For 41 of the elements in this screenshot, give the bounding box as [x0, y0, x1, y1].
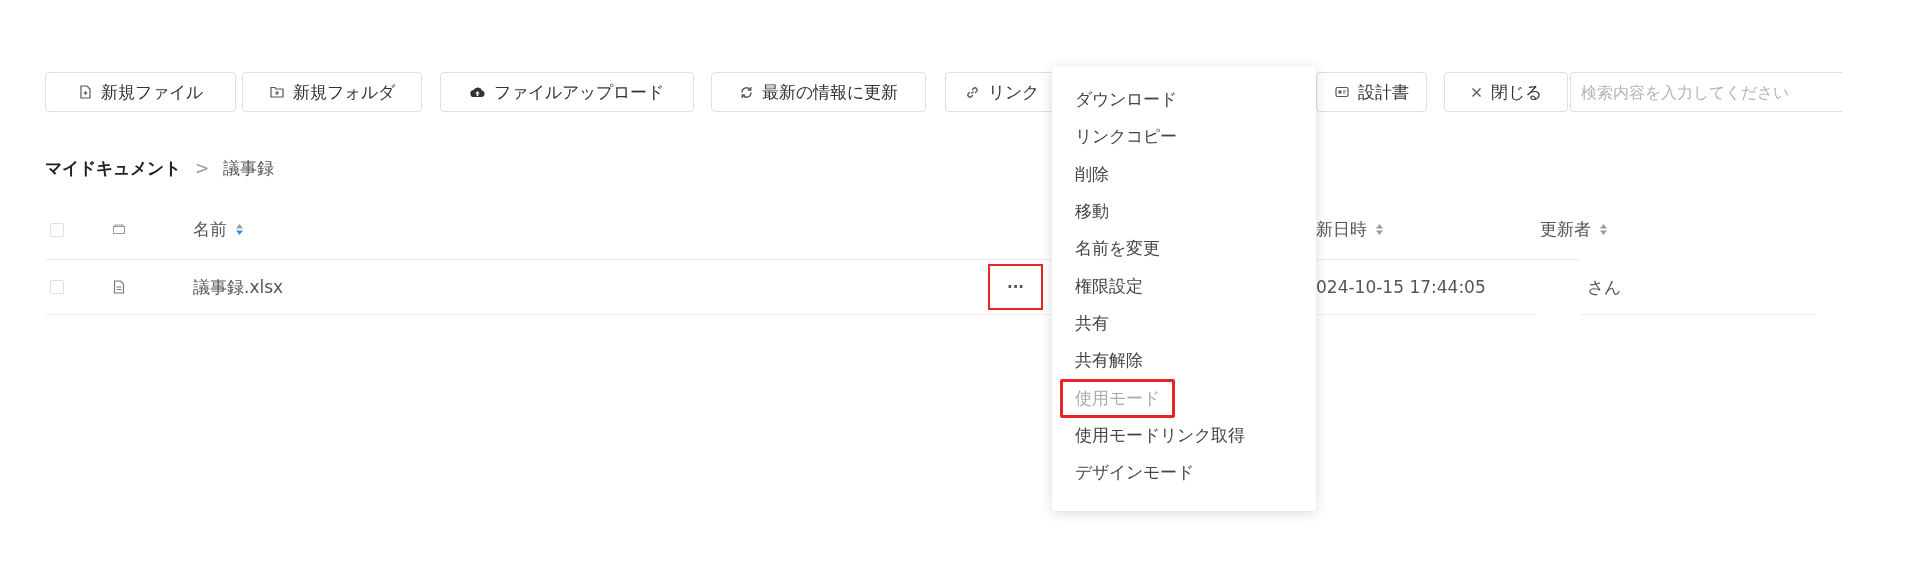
menu-item[interactable]: 使用モードリンク取得 — [1060, 415, 1260, 455]
more-button[interactable]: ··· — [988, 264, 1043, 310]
table-cell: さん — [1587, 275, 1621, 299]
menu-item[interactable]: デザインモード — [1060, 453, 1209, 493]
menu-item[interactable]: 共有 — [1060, 303, 1124, 343]
table-cell: 024-10-15 17:44:05 — [1316, 277, 1486, 297]
checkbox[interactable] — [50, 280, 64, 294]
sort-icon[interactable] — [1599, 223, 1608, 236]
menu-item[interactable]: リンクコピー — [1060, 117, 1192, 157]
toolbar-button[interactable]: 閉じる — [1444, 72, 1568, 112]
folder-icon — [112, 224, 126, 235]
breadcrumb-link[interactable]: マイドキュメント — [45, 156, 181, 180]
column-header: 名前 — [193, 218, 227, 241]
breadcrumb-current: 議事録 — [223, 156, 275, 180]
menu-item[interactable]: ダウンロード — [1060, 80, 1192, 120]
checkbox[interactable] — [50, 222, 64, 237]
breadcrumb-separator: > — [195, 158, 210, 178]
folder-plus-icon — [269, 86, 284, 98]
refresh-icon — [739, 85, 753, 99]
id-card-icon — [1334, 86, 1349, 98]
menu-item[interactable]: 削除 — [1060, 154, 1124, 194]
menu-item[interactable]: 共有解除 — [1060, 341, 1158, 381]
sort-icon[interactable] — [235, 223, 244, 236]
toolbar-button[interactable]: 最新の情報に更新 — [711, 72, 926, 112]
search-field[interactable]: 検索内容を入力してください — [1570, 72, 1842, 112]
link-icon — [966, 85, 979, 99]
file-plus-icon — [78, 85, 92, 99]
sort-icon[interactable] — [1375, 223, 1384, 236]
menu-item[interactable]: 移動 — [1060, 192, 1124, 232]
menu-item[interactable]: 権限設定 — [1060, 266, 1158, 306]
toolbar-button[interactable]: 新規フォルダ — [242, 72, 422, 112]
close-icon — [1470, 86, 1482, 98]
toolbar-button[interactable]: 設計書 — [1316, 72, 1427, 112]
document-icon — [113, 280, 125, 294]
column-header: 新日時 — [1316, 218, 1367, 241]
toolbar-button[interactable]: ファイルアップロード — [440, 72, 694, 112]
file-name[interactable]: 議事録.xlsx — [193, 275, 284, 299]
column-header: 更新者 — [1540, 218, 1591, 241]
cloud-upload-icon — [470, 86, 485, 98]
toolbar-button[interactable]: 新規ファイル — [45, 72, 236, 112]
menu-item[interactable]: 名前を変更 — [1060, 229, 1175, 269]
